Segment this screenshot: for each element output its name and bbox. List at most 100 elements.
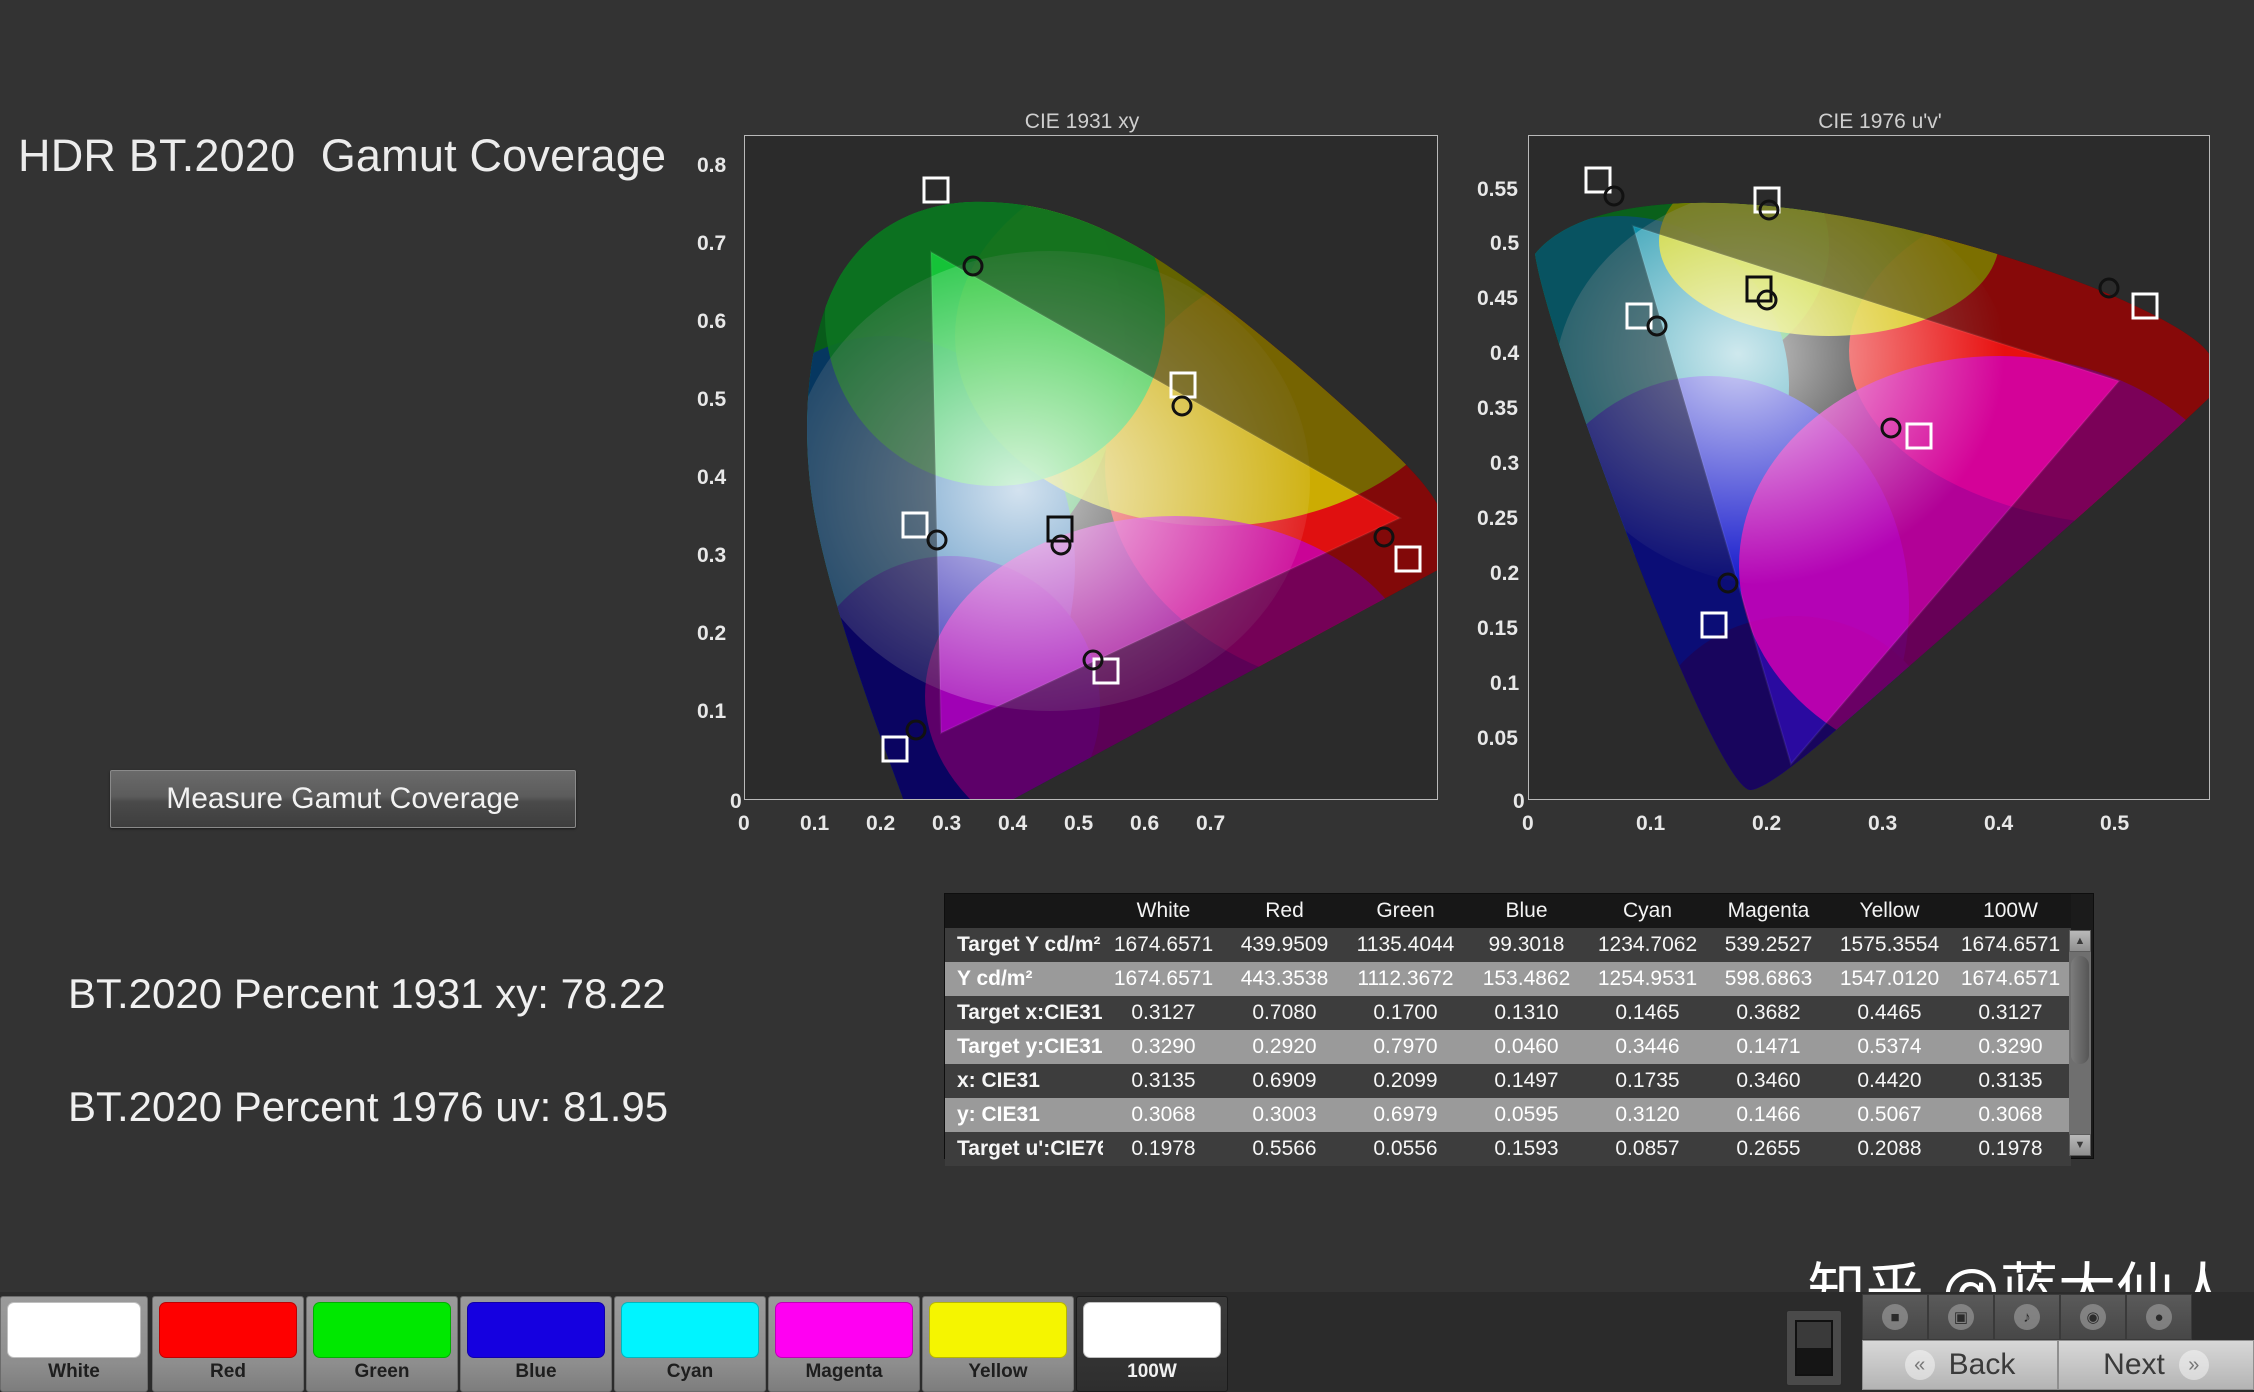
swatch-label: Yellow: [968, 1361, 1028, 1382]
table-cell: 0.1497: [1466, 1064, 1587, 1098]
table-col-header-blue: Blue: [1466, 894, 1587, 928]
note-icon: ♪: [2014, 1304, 2040, 1330]
bt2020-percent-1976-uv: BT.2020 Percent 1976 uv: 81.95: [68, 1083, 669, 1130]
table-col-header-red: Red: [1224, 894, 1345, 928]
table-cell: 0.2920: [1224, 1030, 1345, 1064]
table-cell: 0.3127: [1950, 996, 2071, 1030]
table-header-row: White Red Green Blue Cyan Magenta Yellow 100W: [945, 894, 2071, 928]
table-cell: 0.1471: [1708, 1030, 1829, 1064]
table-row[interactable]: Y cd/m² 1674.6571 443.3538 1112.3672 153.486…: [945, 962, 2071, 996]
scrollbar-thumb[interactable]: [2071, 956, 2089, 1064]
chevron-right-icon: »: [2178, 1350, 2209, 1380]
table-scrollbar[interactable]: ▲ ▼: [2069, 930, 2091, 1156]
circle-icon-button[interactable]: ●: [2126, 1294, 2192, 1340]
table-cell: 0.3068: [1950, 1098, 2071, 1132]
cie1976-chromaticity-plot[interactable]: [1528, 135, 2210, 800]
back-button[interactable]: « Back: [1862, 1340, 2058, 1390]
next-button-label: Next: [2103, 1348, 2165, 1381]
color-swatch-blue[interactable]: Blue: [460, 1296, 612, 1392]
circle-icon: ●: [2146, 1304, 2172, 1330]
next-button[interactable]: Next »: [2058, 1340, 2254, 1390]
color-swatch-white[interactable]: White: [0, 1296, 148, 1392]
table-row-label: Target Y cd/m²: [945, 928, 1103, 962]
table-cell: 0.7080: [1224, 996, 1345, 1030]
table-cell: 0.7970: [1345, 1030, 1466, 1064]
table-cell: 0.1466: [1708, 1098, 1829, 1132]
cie1931-chromaticity-plot[interactable]: [744, 135, 1438, 800]
measure-gamut-coverage-button[interactable]: Measure Gamut Coverage: [110, 770, 576, 828]
bt2020-percent-1931-xy: BT.2020 Percent 1931 xy: 78.22: [68, 970, 666, 1017]
swatch-chip: [621, 1302, 759, 1358]
application-window: HDR BT.2020 Gamut Coverage Measure Gamut…: [0, 0, 2254, 1392]
table-cell: 99.3018: [1466, 928, 1587, 962]
swatch-chip: [775, 1302, 913, 1358]
scroll-down-icon[interactable]: ▼: [2069, 1134, 2091, 1156]
table-col-header-white: White: [1103, 894, 1224, 928]
table-cell: 1547.0120: [1829, 962, 1950, 996]
table-cell: 0.2088: [1829, 1132, 1950, 1166]
color-swatch-green[interactable]: Green: [306, 1296, 458, 1392]
swatch-label: Magenta: [805, 1361, 883, 1382]
table-cell: 0.1593: [1466, 1132, 1587, 1166]
table-row[interactable]: y: CIE31 0.3068 0.3003 0.6979 0.0595 0.3120 0.…: [945, 1098, 2071, 1132]
table-cell: 153.4862: [1466, 962, 1587, 996]
table-row-label: y: CIE31: [945, 1098, 1103, 1132]
table-cell: 0.3460: [1708, 1064, 1829, 1098]
table-cell: 1674.6571: [1950, 928, 2071, 962]
color-swatch-magenta[interactable]: Magenta: [768, 1296, 920, 1392]
table-cell: 0.6909: [1224, 1064, 1345, 1098]
table-cell: 0.1465: [1587, 996, 1708, 1030]
measurement-results-table[interactable]: White Red Green Blue Cyan Magenta Yellow 100W T…: [944, 893, 2094, 1166]
swatch-chip: [313, 1302, 451, 1358]
table-cell: 598.6863: [1708, 962, 1829, 996]
color-swatch-100w[interactable]: 100W: [1076, 1296, 1228, 1392]
table-cell: 1674.6571: [1103, 928, 1224, 962]
scroll-up-icon[interactable]: ▲: [2069, 930, 2091, 952]
table-row[interactable]: x: CIE31 0.3135 0.6909 0.2099 0.1497 0.1735 0.…: [945, 1064, 2071, 1098]
table-col-header-100w: 100W: [1950, 894, 2071, 928]
table-row[interactable]: Target u':CIE76 0.1978 0.5566 0.0556 0.1593 0…: [945, 1132, 2071, 1166]
color-swatch-yellow[interactable]: Yellow: [922, 1296, 1074, 1392]
swatch-label: Blue: [515, 1361, 557, 1382]
table-col-header-green: Green: [1345, 894, 1466, 928]
gauge-icon-button[interactable]: ◉: [2060, 1294, 2126, 1340]
table-cell: 0.0595: [1466, 1098, 1587, 1132]
table-cell: 0.6979: [1345, 1098, 1466, 1132]
table-col-header-cyan: Cyan: [1587, 894, 1708, 928]
monitor-icon-button[interactable]: ▣: [1928, 1294, 1994, 1340]
table-row[interactable]: Target x:CIE31 0.3127 0.7080 0.1700 0.1310 0.…: [945, 996, 2071, 1030]
square-icon-button[interactable]: ■: [1862, 1294, 1928, 1340]
table-cell: 0.3682: [1708, 996, 1829, 1030]
table-row[interactable]: Target Y cd/m² 1674.6571 439.9509 1135.4044…: [945, 928, 2071, 962]
table-row-label: Target u':CIE76: [945, 1132, 1103, 1166]
black-white-toggle-button[interactable]: [1786, 1310, 1842, 1386]
table-cell: 0.3290: [1950, 1030, 2071, 1064]
cie1931-gamut-svg: [807, 176, 1437, 799]
table-cell: 1674.6571: [1950, 962, 2071, 996]
chevron-left-icon: «: [1904, 1350, 1935, 1380]
swatch-label: Green: [354, 1361, 410, 1382]
table-cell: 0.1310: [1466, 996, 1587, 1030]
color-swatch-cyan[interactable]: Cyan: [614, 1296, 766, 1392]
note-icon-button[interactable]: ♪: [1994, 1294, 2060, 1340]
table-cell: 0.4465: [1829, 996, 1950, 1030]
table-col-header-magenta: Magenta: [1708, 894, 1829, 928]
table-cell: 439.9509: [1224, 928, 1345, 962]
table-cell: 443.3538: [1224, 962, 1345, 996]
table-cell: 0.2099: [1345, 1064, 1466, 1098]
table-cell: 0.3290: [1103, 1030, 1224, 1064]
table-cell: 539.2527: [1708, 928, 1829, 962]
table-row-label: Target x:CIE31: [945, 996, 1103, 1030]
table-cell: 0.1978: [1950, 1132, 2071, 1166]
table-cell: 0.3003: [1224, 1098, 1345, 1132]
table-cell: 0.0460: [1466, 1030, 1587, 1064]
color-swatch-red[interactable]: Red: [152, 1296, 304, 1392]
table-cell: 0.4420: [1829, 1064, 1950, 1098]
color-patch-bar: White Red Green Blue Cyan Magenta Yellow 100W ■…: [0, 1292, 2254, 1392]
table-cell: 1254.9531: [1587, 962, 1708, 996]
gauge-icon: ◉: [2080, 1304, 2106, 1330]
chart-title-cie1976: CIE 1976 u'v': [1818, 110, 1942, 133]
results-grid: White Red Green Blue Cyan Magenta Yellow 100W T…: [945, 894, 2071, 1166]
cie1976-gamut-svg: [1535, 166, 2209, 791]
table-row[interactable]: Target y:CIE31 0.3290 0.2920 0.7970 0.0460 0.…: [945, 1030, 2071, 1064]
